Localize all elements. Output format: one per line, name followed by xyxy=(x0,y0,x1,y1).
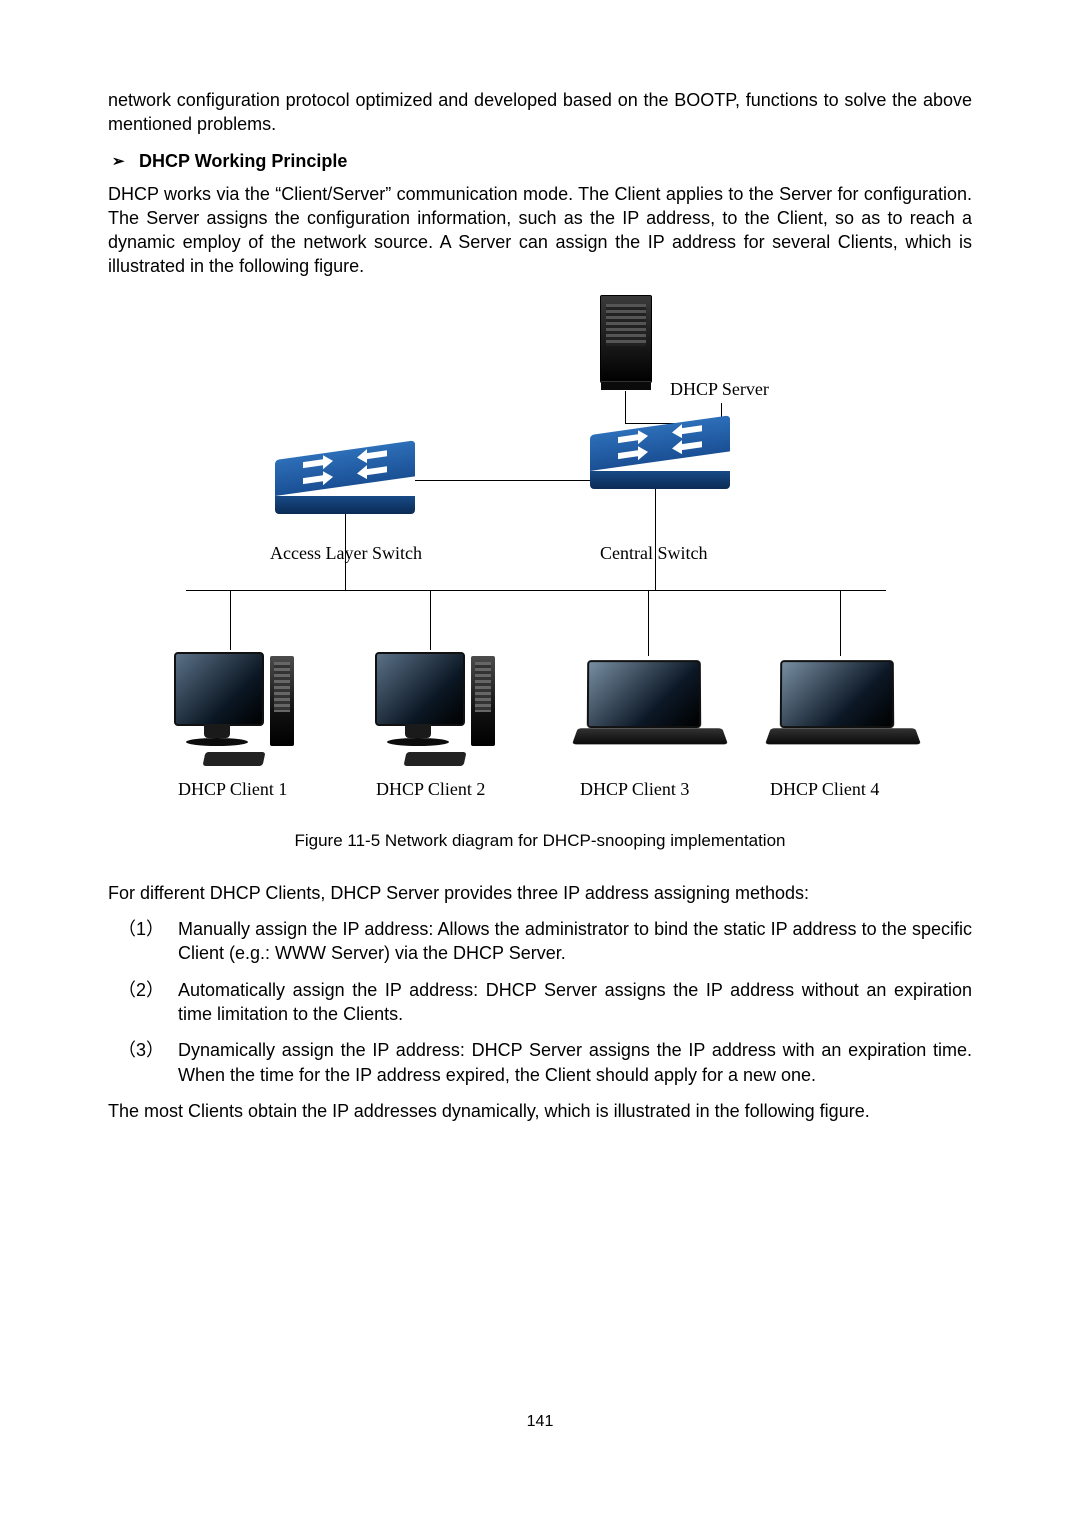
network-diagram: DHCP Server xyxy=(150,295,930,815)
list-item: （3） Dynamically assign the IP address: D… xyxy=(108,1038,972,1087)
client-3-label: DHCP Client 3 xyxy=(580,779,689,800)
dhcp-server-icon xyxy=(600,295,650,391)
connector-line xyxy=(840,590,841,656)
connector-line xyxy=(415,480,590,481)
access-switch-icon xyxy=(275,460,415,514)
dhcp-client-4-icon xyxy=(768,660,918,750)
list-text: Dynamically assign the IP address: DHCP … xyxy=(178,1040,972,1084)
list-marker: （2） xyxy=(118,978,164,1002)
page-number: 141 xyxy=(0,1413,1080,1431)
list-marker: （3） xyxy=(118,1038,164,1062)
central-switch-label: Central Switch xyxy=(600,543,707,564)
intro-paragraph: network configuration protocol optimized… xyxy=(108,88,972,137)
page: network configuration protocol optimized… xyxy=(0,0,1080,1527)
figure-caption: Figure 11-5 Network diagram for DHCP-sno… xyxy=(108,831,972,851)
list-text: Automatically assign the IP address: DHC… xyxy=(178,980,972,1024)
section-heading: ➢ DHCP Working Principle xyxy=(108,151,972,172)
client-4-label: DHCP Client 4 xyxy=(770,779,879,800)
connector-line xyxy=(625,391,626,423)
figure-area: DHCP Server xyxy=(150,295,930,815)
dhcp-client-2-icon xyxy=(375,650,495,760)
connector-line xyxy=(648,590,649,656)
section-title: DHCP Working Principle xyxy=(139,151,347,171)
arrow-icon: ➢ xyxy=(112,153,125,170)
connector-line xyxy=(655,489,656,590)
methods-intro-paragraph: For different DHCP Clients, DHCP Server … xyxy=(108,881,972,905)
central-switch-icon xyxy=(590,435,730,489)
client-1-label: DHCP Client 1 xyxy=(178,779,287,800)
connector-line xyxy=(186,590,886,591)
list-item: （2） Automatically assign the IP address:… xyxy=(108,978,972,1027)
dhcp-server-label: DHCP Server xyxy=(670,379,769,400)
dhcp-client-1-icon xyxy=(174,650,294,760)
connector-line xyxy=(430,590,431,650)
assigning-methods-list: （1） Manually assign the IP address: Allo… xyxy=(108,917,972,1087)
list-item: （1） Manually assign the IP address: Allo… xyxy=(108,917,972,966)
list-text: Manually assign the IP address: Allows t… xyxy=(178,919,972,963)
list-marker: （1） xyxy=(118,917,164,941)
switch-arrows-icon xyxy=(275,440,415,496)
working-principle-paragraph: DHCP works via the “Client/Server” commu… xyxy=(108,182,972,279)
connector-line xyxy=(230,590,231,650)
dhcp-client-3-icon xyxy=(575,660,725,750)
connector-line xyxy=(345,514,346,590)
client-2-label: DHCP Client 2 xyxy=(376,779,485,800)
closing-paragraph: The most Clients obtain the IP addresses… xyxy=(108,1099,972,1123)
